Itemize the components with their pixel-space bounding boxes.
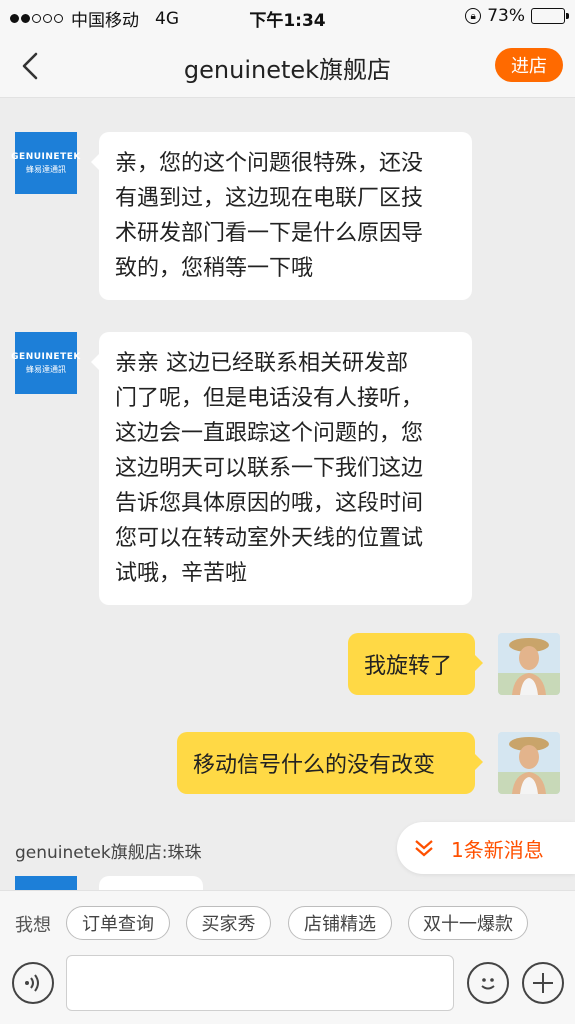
- chip-shop-picks[interactable]: 店铺精选: [288, 906, 392, 940]
- shop-logo-subtext: 蜂易達通訊: [26, 364, 66, 374]
- page-title: genuinetek旗舰店: [183, 56, 392, 84]
- message-line: 这边明天可以联系一下我们这边: [115, 456, 424, 481]
- user-message-bubble[interactable]: 移动信号什么的没有改变: [177, 732, 483, 794]
- user-message-bubble[interactable]: 我旋转了: [348, 633, 483, 695]
- message-line: 亲，您的这个问题很特殊，还没: [115, 151, 424, 176]
- message-text: 移动信号什么的没有改变: [193, 753, 436, 778]
- user-photo: [498, 732, 560, 794]
- battery-icon: [531, 8, 569, 24]
- emoji-icon: [481, 978, 495, 990]
- shop-logo-text: GENUINETEK: [11, 151, 81, 162]
- new-message-label: 1条新消息: [451, 837, 544, 862]
- nav-bar: genuinetek旗舰店 进店: [0, 34, 575, 98]
- shop-avatar[interactable]: GENUINETEK 蜂易達通訊: [11, 332, 80, 394]
- user-photo: [498, 633, 560, 695]
- message-line: 告诉您具体原因的哦，这段时间: [115, 491, 424, 516]
- chip-order-query[interactable]: 订单查询: [66, 906, 170, 940]
- chip-buyer-show[interactable]: 买家秀: [186, 906, 271, 940]
- new-message-button[interactable]: 1条新消息: [397, 822, 575, 874]
- rotation-lock-icon: 🔒︎: [465, 8, 482, 24]
- message-line: 有遇到过，这边现在电联厂区技: [115, 186, 424, 211]
- message-line: 术研发部门看一下是什么原因导: [115, 221, 424, 246]
- message-input[interactable]: [66, 955, 454, 1011]
- input-bar: [0, 952, 575, 1024]
- status-bar: 中国移动 4G 下午1:34 🔒︎ 73%: [0, 0, 575, 34]
- chevron-double-down-icon: [415, 840, 433, 857]
- shop-avatar[interactable]: GENUINETEK 蜂易達通訊: [11, 132, 80, 194]
- shop-message-bubble[interactable]: 亲，您的这个问题很特殊，还没 有遇到过，这边现在电联厂区技 术研发部门看一下是什…: [91, 132, 472, 300]
- message-line: 致的，您稍等一下哦: [115, 256, 314, 281]
- battery-percent: 73%: [487, 6, 525, 26]
- plus-icon: [533, 973, 553, 993]
- emoji-button[interactable]: [467, 962, 509, 1004]
- sender-name: genuinetek旗舰店:珠珠: [15, 843, 202, 863]
- more-button[interactable]: [522, 962, 564, 1004]
- message-line: 门了呢，但是电话没有人接听，: [115, 386, 424, 411]
- shop-logo-text: GENUINETEK: [11, 351, 81, 362]
- enter-shop-button[interactable]: 进店: [495, 48, 563, 82]
- message-line: 亲亲 这边已经联系相关研发部: [115, 351, 408, 376]
- message-text: 我旋转了: [364, 654, 453, 679]
- shop-logo-subtext: 蜂易達通訊: [26, 164, 66, 174]
- chip-double-eleven[interactable]: 双十一爆款: [408, 906, 528, 940]
- voice-icon: [25, 974, 39, 992]
- user-avatar[interactable]: [498, 633, 560, 695]
- voice-button[interactable]: [12, 962, 54, 1004]
- quick-reply-label: 我想: [15, 915, 51, 936]
- user-avatar[interactable]: [498, 732, 560, 794]
- message-line: 试哦，辛苦啦: [115, 561, 248, 586]
- message-line: 这边会一直跟踪这个问题的，您: [115, 421, 424, 446]
- message-line: 您可以在转动室外天线的位置试: [115, 526, 424, 551]
- quick-reply-bar: 我想 订单查询 买家秀 店铺精选 双十一爆款: [0, 890, 575, 952]
- shop-message-bubble[interactable]: 亲亲 这边已经联系相关研发部 门了呢，但是电话没有人接听， 这边会一直跟踪这个问…: [91, 332, 472, 605]
